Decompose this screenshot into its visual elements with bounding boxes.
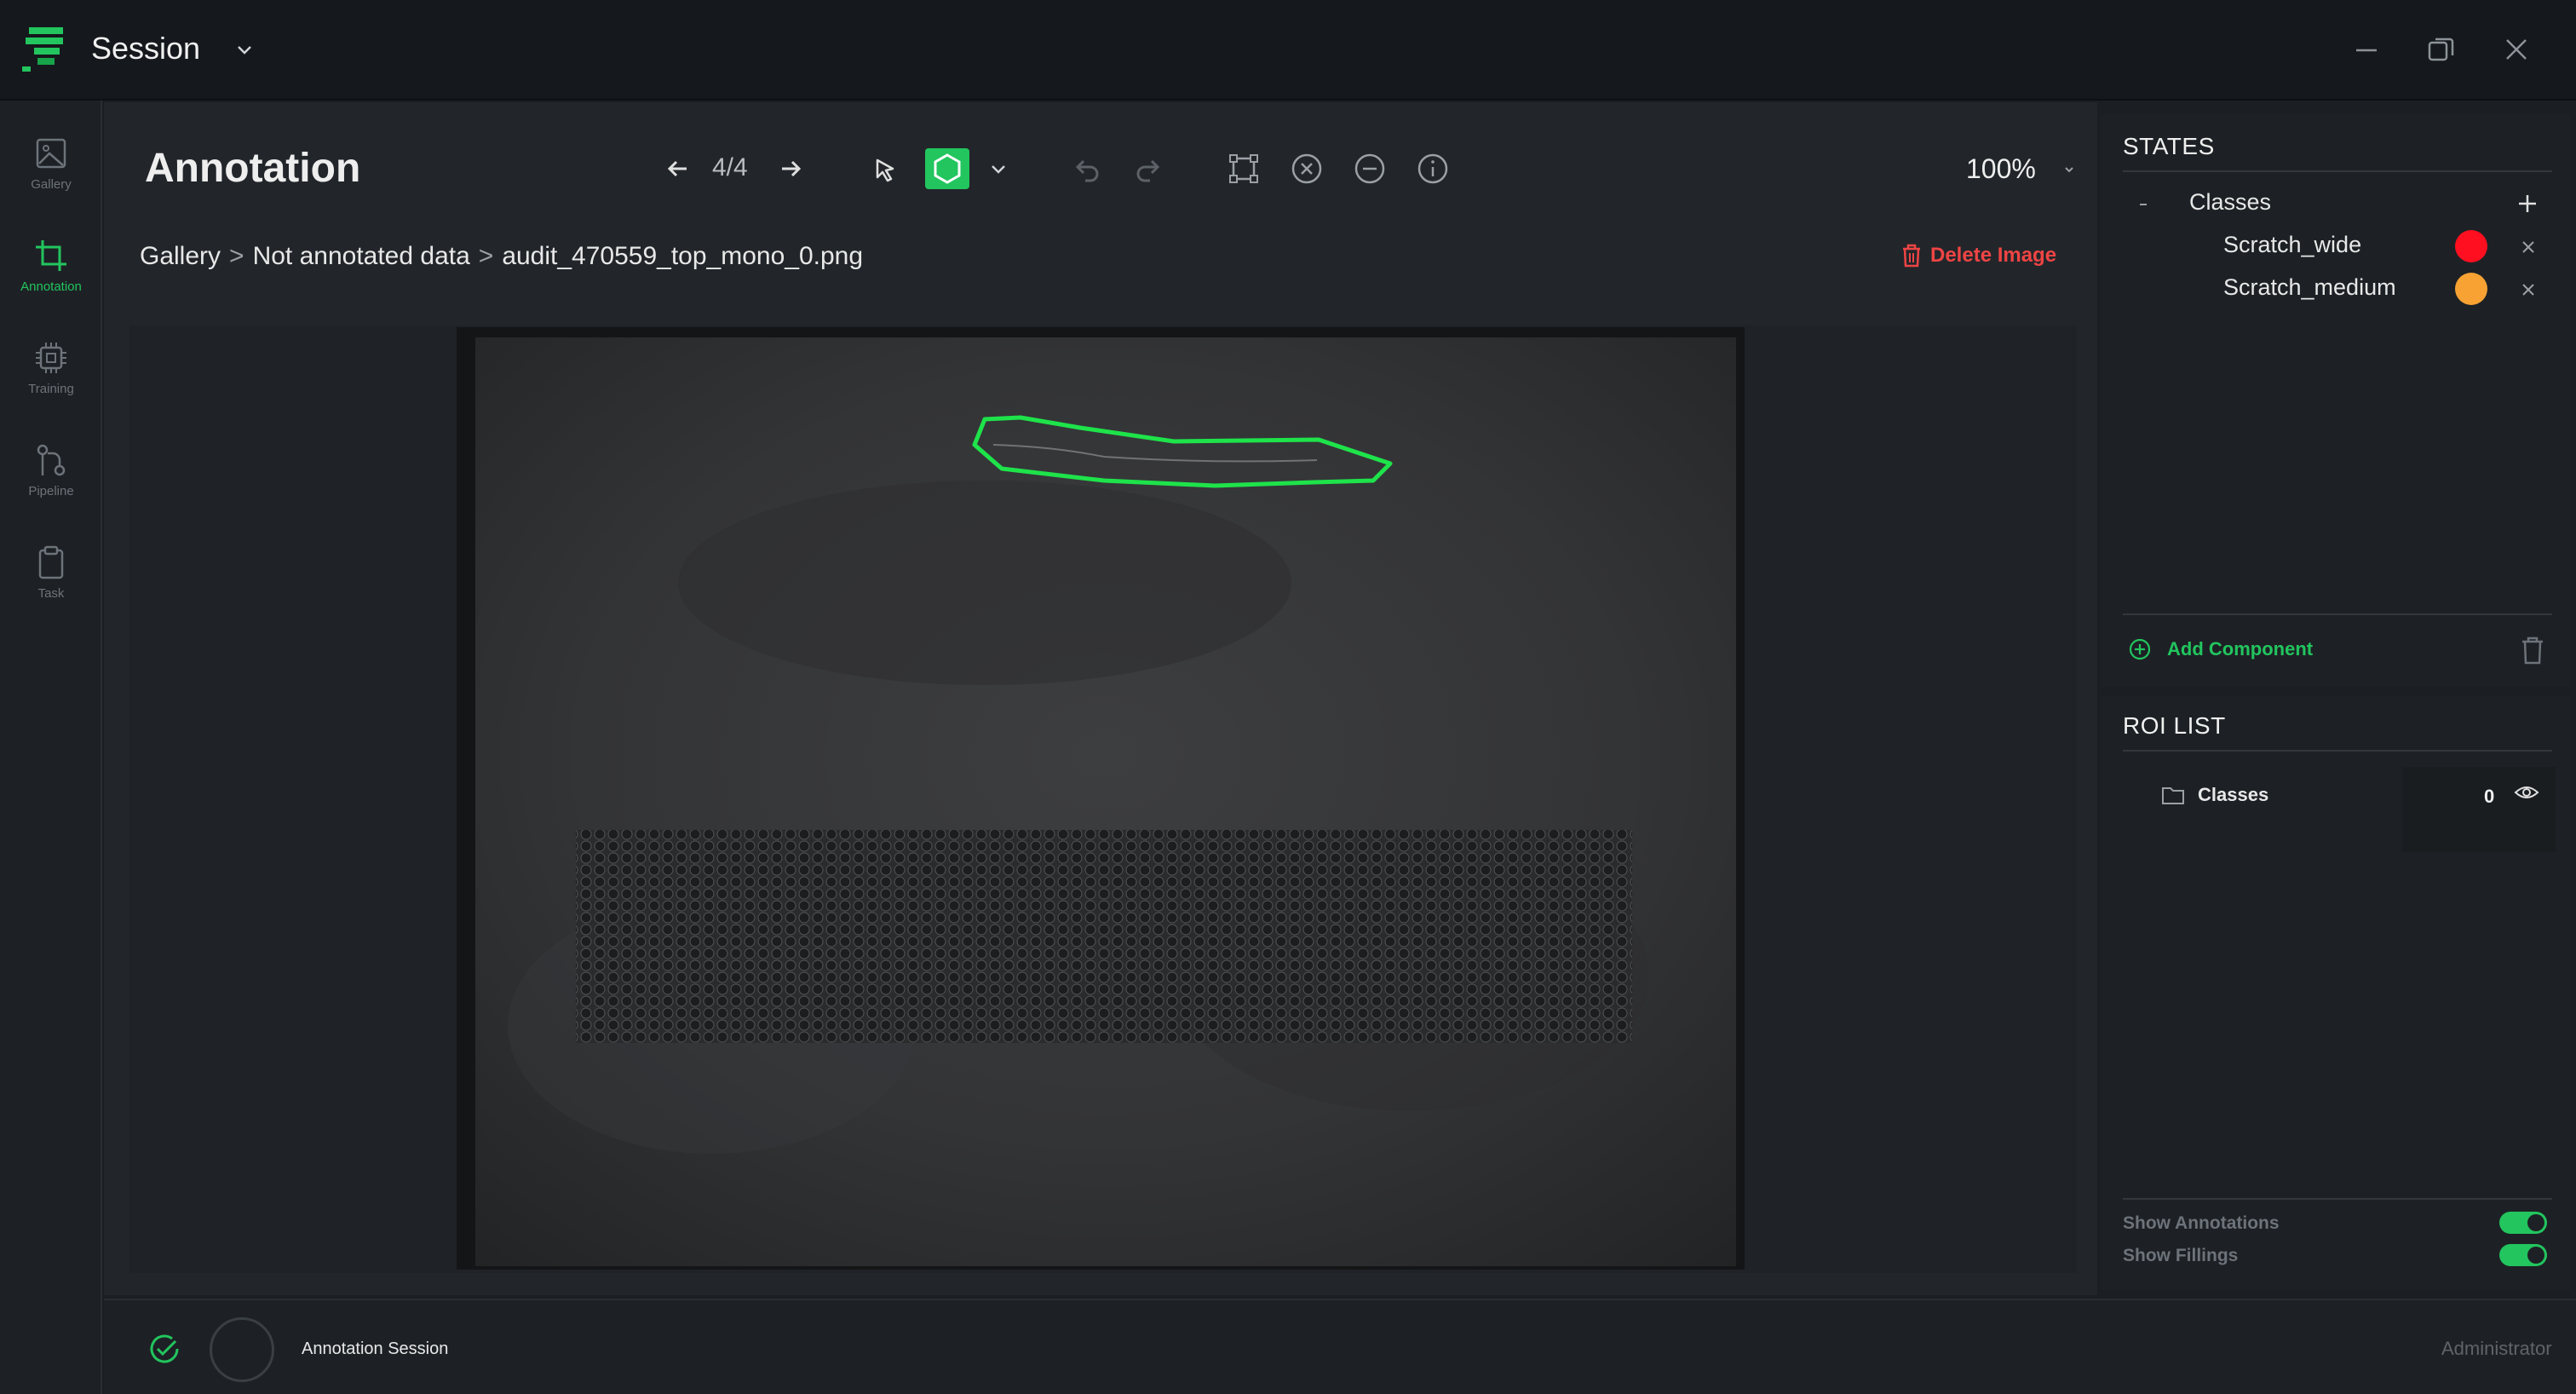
delete-image-button[interactable]: Delete Image [1900, 242, 2056, 269]
nav-item-gallery[interactable]: Gallery [0, 126, 102, 220]
roi-list-panel: ROI LIST Classes 0 Show Annotations Show… [2101, 695, 2571, 1290]
inspection-image[interactable] [457, 327, 1745, 1270]
nav-item-pipeline[interactable]: Pipeline [0, 433, 102, 527]
redo-icon[interactable] [1131, 150, 1169, 187]
delete-image-label: Delete Image [1930, 244, 2057, 267]
roi-shade [2402, 767, 2556, 852]
class-name[interactable]: Scratch_medium [2223, 274, 2396, 301]
roi-folder-label: Classes [2198, 784, 2269, 805]
chevron-down-icon[interactable] [232, 37, 257, 63]
show-fillings-label: Show Fillings [2123, 1246, 2239, 1265]
arrow-right-icon[interactable] [772, 150, 809, 187]
breadcrumb-separator: > [478, 242, 494, 270]
nav-item-task[interactable]: Task [0, 535, 102, 629]
cancel-circle-icon[interactable] [1288, 150, 1325, 187]
chevron-down-icon[interactable] [2058, 158, 2080, 181]
nav-label-gallery: Gallery [31, 177, 72, 192]
user-label[interactable]: Administrator [2441, 1338, 2552, 1360]
breadcrumb-separator: > [229, 242, 244, 270]
trash-icon[interactable] [2518, 634, 2547, 666]
trash-icon [1903, 244, 1920, 268]
nav-label-annotation: Annotation [20, 279, 82, 294]
check-circle-icon [150, 1334, 179, 1363]
nav-label-task: Task [37, 586, 65, 601]
zoom-level[interactable]: 100% [1966, 153, 2036, 185]
chevron-down-icon[interactable] [980, 150, 1017, 187]
states-panel: STATES Classes Scratch_wide Scratch_medi… [2101, 114, 2571, 687]
states-heading: STATES [2123, 133, 2215, 159]
crop-icon [36, 240, 66, 271]
roi-folder-row[interactable]: Classes [2160, 784, 2268, 806]
divider [2123, 170, 2552, 172]
plus-circle-icon [2129, 638, 2151, 660]
restore-icon[interactable] [2424, 32, 2458, 66]
close-icon[interactable] [2499, 32, 2533, 66]
folder-icon [2162, 787, 2184, 804]
session-title[interactable]: Session [91, 31, 200, 66]
chip-icon [36, 343, 66, 373]
roi-count: 0 [2484, 786, 2495, 807]
git-branch-icon [37, 444, 66, 476]
info-icon[interactable] [1414, 150, 1452, 187]
arrow-left-icon[interactable] [659, 150, 697, 187]
classes-group-label[interactable]: Classes [2189, 189, 2271, 216]
status-bar: Annotation Session Administrator [104, 1299, 2576, 1394]
plus-icon[interactable] [2515, 191, 2540, 216]
nav-item-annotation[interactable]: Annotation [0, 228, 102, 322]
minus-circle-icon[interactable] [1351, 150, 1389, 187]
image-icon [36, 138, 66, 169]
progress-ring [210, 1317, 274, 1382]
bounding-box-icon[interactable] [1225, 150, 1262, 187]
nav-label-training: Training [28, 382, 74, 396]
divider [2123, 613, 2552, 615]
minimize-icon[interactable] [2349, 32, 2383, 66]
divider [2123, 1198, 2552, 1200]
remove-class-icon[interactable] [2518, 237, 2539, 257]
breadcrumb-folder[interactable]: Not annotated data [253, 242, 470, 270]
breadcrumb-gallery[interactable]: Gallery [140, 242, 221, 270]
add-component-button[interactable]: Add Component [2128, 637, 2313, 661]
class-name[interactable]: Scratch_wide [2223, 232, 2361, 258]
breadcrumb-file: audit_470559_top_mono_0.png [502, 242, 864, 270]
add-component-label: Add Component [2167, 638, 2314, 660]
app-logo [22, 27, 63, 72]
class-color-swatch[interactable] [2455, 273, 2487, 305]
right-panel: STATES Classes Scratch_wide Scratch_medi… [2101, 114, 2571, 1290]
nav-item-training[interactable]: Training [0, 331, 102, 424]
remove-class-icon[interactable] [2518, 279, 2539, 300]
show-annotations-label: Show Annotations [2123, 1213, 2280, 1233]
polygon-tool-button[interactable] [925, 148, 969, 189]
undo-icon[interactable] [1067, 150, 1104, 187]
show-annotations-toggle[interactable] [2499, 1212, 2547, 1234]
breadcrumb: Gallery > Not annotated data > audit_470559_… [140, 242, 863, 271]
select-pointer-icon[interactable] [865, 150, 903, 187]
class-color-swatch[interactable] [2455, 230, 2487, 262]
clipboard-icon [38, 545, 64, 579]
divider [2123, 750, 2552, 752]
session-label: Annotation Session [302, 1339, 449, 1358]
eye-icon[interactable] [2513, 781, 2540, 804]
roi-heading: ROI LIST [2123, 712, 2226, 739]
left-nav: Gallery Annotation Training Pipeline Tas… [0, 101, 102, 1394]
page-title: Annotation [145, 146, 361, 191]
collapse-chevron-icon[interactable] [2135, 196, 2152, 213]
title-bar: Session [0, 0, 2576, 101]
hexagon-icon [934, 153, 961, 184]
nav-label-pipeline: Pipeline [28, 484, 74, 498]
show-fillings-toggle[interactable] [2499, 1244, 2547, 1266]
image-counter: 4/4 [712, 153, 748, 181]
